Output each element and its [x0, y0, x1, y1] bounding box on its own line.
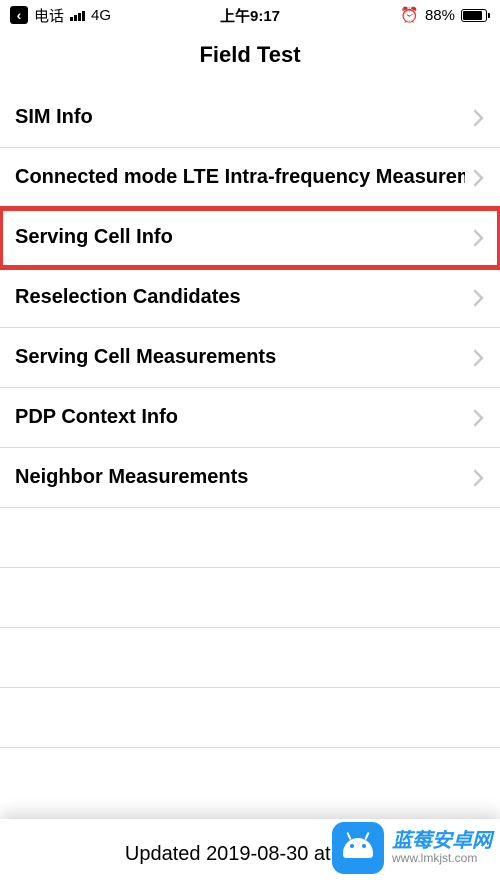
chevron-right-icon [473, 469, 485, 487]
menu-item-label: Serving Cell Info [15, 226, 173, 249]
chevron-right-icon [473, 109, 485, 127]
menu-item-empty [0, 508, 500, 568]
battery-percent-label: 88% [425, 7, 455, 24]
carrier-label: 电话 [34, 5, 64, 26]
network-label: 4G [91, 7, 111, 24]
menu-item-label: SIM Info [15, 106, 93, 129]
watermark-url: www.lmkjst.com [392, 852, 492, 865]
watermark-title: 蓝莓安卓网 [392, 830, 492, 852]
menu-item-label: Neighbor Measurements [15, 466, 248, 489]
chevron-right-icon [473, 349, 485, 367]
chevron-right-icon [473, 169, 485, 187]
watermark: 蓝莓安卓网 www.lmkjst.com [332, 822, 492, 874]
menu-item-label: Reselection Candidates [15, 286, 241, 309]
menu-item-label: PDP Context Info [15, 406, 178, 429]
menu-item-pdp-context-info[interactable]: PDP Context Info [0, 388, 500, 448]
menu-item-serving-cell-measurements[interactable]: Serving Cell Measurements [0, 328, 500, 388]
menu-item-sim-info[interactable]: SIM Info [0, 88, 500, 148]
watermark-text: 蓝莓安卓网 www.lmkjst.com [392, 830, 492, 865]
back-app-icon[interactable]: ‹ [10, 6, 28, 24]
signal-icon [70, 9, 85, 21]
chevron-right-icon [473, 409, 485, 427]
menu-list: SIM Info Connected mode LTE Intra-freque… [0, 88, 500, 748]
menu-item-empty [0, 568, 500, 628]
status-right: ⏰ 88% [400, 6, 490, 24]
page-title: Field Test [0, 30, 500, 80]
menu-item-connected-mode[interactable]: Connected mode LTE Intra-frequency Measu… [0, 148, 500, 208]
menu-item-serving-cell-info[interactable]: Serving Cell Info [0, 208, 500, 268]
menu-item-empty [0, 688, 500, 748]
android-logo-icon [332, 822, 384, 874]
menu-item-label: Serving Cell Measurements [15, 346, 276, 369]
menu-item-empty [0, 628, 500, 688]
status-bar: ‹ 电话 4G 上午9:17 ⏰ 88% [0, 0, 500, 30]
menu-item-label: Connected mode LTE Intra-frequency Measu… [15, 166, 465, 189]
chevron-right-icon [473, 289, 485, 307]
chevron-right-icon [473, 229, 485, 247]
menu-item-reselection-candidates[interactable]: Reselection Candidates [0, 268, 500, 328]
clock-label: 上午9:17 [220, 5, 280, 26]
menu-item-neighbor-measurements[interactable]: Neighbor Measurements [0, 448, 500, 508]
alarm-icon: ⏰ [400, 6, 419, 24]
status-left: ‹ 电话 4G [10, 5, 111, 26]
battery-icon [461, 9, 490, 22]
